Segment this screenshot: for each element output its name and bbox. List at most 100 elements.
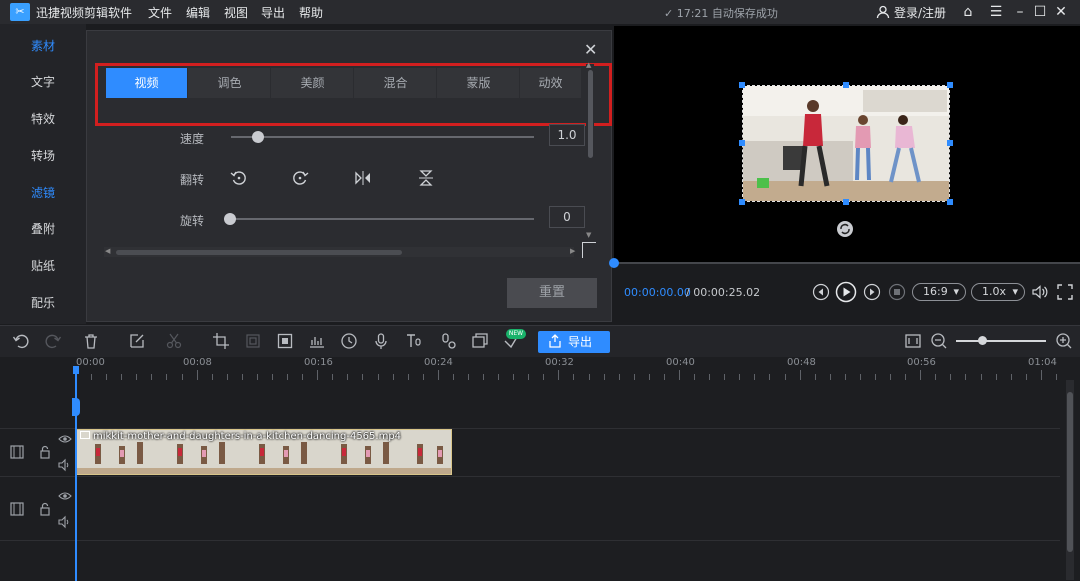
eye-icon[interactable] xyxy=(58,432,72,446)
mosaic-icon[interactable] xyxy=(276,332,294,350)
resize-handle[interactable] xyxy=(843,199,849,205)
prev-frame-icon[interactable] xyxy=(812,283,830,301)
eye-icon[interactable] xyxy=(58,489,72,503)
maximize-icon[interactable]: ☐ xyxy=(1031,3,1049,21)
tick-label: 00:32 xyxy=(545,357,574,368)
tick-label: 00:40 xyxy=(666,357,695,368)
login-link[interactable]: 登录/注册 xyxy=(894,4,946,21)
rotate-right-icon[interactable] xyxy=(290,168,310,188)
resize-corner-icon[interactable] xyxy=(582,242,596,258)
home-icon[interactable]: ⌂ xyxy=(959,3,977,21)
sidebar-item-stickers[interactable]: 贴纸 xyxy=(0,248,86,284)
panel-h-scrollbar-thumb[interactable] xyxy=(116,250,402,255)
sidebar-item-filters[interactable]: 滤镜 xyxy=(0,175,86,211)
rotate-handle-icon[interactable] xyxy=(836,220,854,238)
scroll-right-icon[interactable]: ▶ xyxy=(570,247,575,255)
play-icon[interactable] xyxy=(835,281,857,303)
stop-icon[interactable] xyxy=(888,283,906,301)
scroll-left-icon[interactable]: ◀ xyxy=(105,247,110,255)
close-icon[interactable]: ✕ xyxy=(584,40,598,59)
zoom-out-icon[interactable] xyxy=(930,332,948,350)
next-frame-icon[interactable] xyxy=(863,283,881,301)
sidebar-item-effects[interactable]: 特效 xyxy=(0,101,86,137)
menu-help[interactable]: 帮助 xyxy=(299,4,323,21)
rotate-slider[interactable] xyxy=(231,218,534,220)
fullscreen-icon[interactable] xyxy=(1056,283,1074,301)
fit-timeline-icon[interactable] xyxy=(904,332,922,350)
playback-speed-select[interactable]: 1.0x ▾ xyxy=(971,283,1025,301)
sidebar-item-text[interactable]: 文字 xyxy=(0,64,86,100)
aspect-ratio-select[interactable]: 16:9 ▾ xyxy=(912,283,966,301)
zoom-slider-knob[interactable] xyxy=(978,336,987,345)
menu-export[interactable]: 导出 xyxy=(261,4,285,21)
undo-icon[interactable] xyxy=(12,332,30,350)
speed-slider-knob[interactable] xyxy=(252,131,264,143)
cut-icon[interactable] xyxy=(165,332,183,350)
resize-handle[interactable] xyxy=(843,82,849,88)
menu-icon[interactable]: ☰ xyxy=(987,3,1005,21)
resize-handle[interactable] xyxy=(947,140,953,146)
sidebar-item-material[interactable]: 素材 xyxy=(0,28,86,64)
aspect-ratio-value: 16:9 xyxy=(923,285,948,298)
timeline-scrollbar-thumb[interactable] xyxy=(1067,392,1073,552)
menu-edit[interactable]: 编辑 xyxy=(186,4,210,21)
speaker-icon[interactable] xyxy=(58,458,72,472)
redo-icon[interactable] xyxy=(44,332,62,350)
tick-label: 00:56 xyxy=(907,357,936,368)
scroll-down-icon[interactable]: ▼ xyxy=(586,232,594,239)
voice-change-icon[interactable] xyxy=(439,332,457,350)
lock-icon[interactable] xyxy=(38,445,52,459)
app-logo-icon: ✂ xyxy=(10,3,30,21)
flip-vertical-icon[interactable] xyxy=(416,168,436,188)
audio-wave-icon[interactable] xyxy=(308,332,326,350)
text-to-speech-icon[interactable] xyxy=(405,332,423,350)
zoom-slider[interactable] xyxy=(956,340,1046,342)
playback-progress-bar[interactable] xyxy=(614,262,1080,264)
crop-icon[interactable] xyxy=(212,332,230,350)
volume-icon[interactable] xyxy=(1031,283,1049,301)
speed-slider[interactable] xyxy=(231,136,534,138)
film-icon xyxy=(10,445,24,459)
zoom-in-icon[interactable] xyxy=(1055,332,1073,350)
scroll-up-icon[interactable]: ▲ xyxy=(586,62,594,69)
empty-track[interactable] xyxy=(0,540,1060,581)
resize-handle[interactable] xyxy=(947,82,953,88)
rotate-left-icon[interactable] xyxy=(229,168,249,188)
close-window-icon[interactable]: ✕ xyxy=(1052,3,1070,21)
menu-file[interactable]: 文件 xyxy=(148,4,172,21)
clip-label: mikkit-mother-and-daughters-in-a-kitchen… xyxy=(80,431,401,442)
sidebar-item-overlay[interactable]: 叠附 xyxy=(0,211,86,247)
highlight-annotation-box xyxy=(95,63,612,126)
playback-progress-knob[interactable] xyxy=(609,258,619,268)
menu-view[interactable]: 视图 xyxy=(224,4,248,21)
picture-in-picture-icon[interactable] xyxy=(471,332,489,350)
microphone-icon[interactable] xyxy=(372,332,390,350)
flip-horizontal-icon[interactable] xyxy=(353,168,373,188)
freeze-frame-icon[interactable] xyxy=(244,332,262,350)
resize-handle[interactable] xyxy=(739,82,745,88)
export-button[interactable]: 导出 xyxy=(538,331,610,353)
speaker-icon[interactable] xyxy=(58,515,72,529)
rotate-slider-knob[interactable] xyxy=(224,213,236,225)
sidebar-item-music[interactable]: 配乐 xyxy=(0,285,86,321)
rotate-value-field[interactable]: 0 xyxy=(549,206,585,228)
speed-value-field[interactable]: 1.0 xyxy=(549,124,585,146)
delete-icon[interactable] xyxy=(82,332,100,350)
flip-label: 翻转 xyxy=(180,173,205,187)
clock-icon[interactable] xyxy=(340,332,358,350)
playhead-handle[interactable] xyxy=(72,398,80,416)
panel-scrollbar-thumb[interactable] xyxy=(588,70,593,158)
tick-label: 00:24 xyxy=(424,357,453,368)
user-icon[interactable] xyxy=(876,5,890,19)
resize-handle[interactable] xyxy=(739,199,745,205)
resize-handle[interactable] xyxy=(739,140,745,146)
sidebar-item-transitions[interactable]: 转场 xyxy=(0,138,86,174)
preview-video-frame[interactable] xyxy=(742,85,950,202)
lock-icon[interactable] xyxy=(38,502,52,516)
reset-button[interactable]: 重置 xyxy=(507,278,597,308)
minimize-icon[interactable]: – xyxy=(1011,3,1029,21)
playhead-marker[interactable] xyxy=(73,366,79,374)
edit-icon[interactable] xyxy=(128,332,146,350)
resize-handle[interactable] xyxy=(947,199,953,205)
audio-track[interactable] xyxy=(0,476,1060,540)
